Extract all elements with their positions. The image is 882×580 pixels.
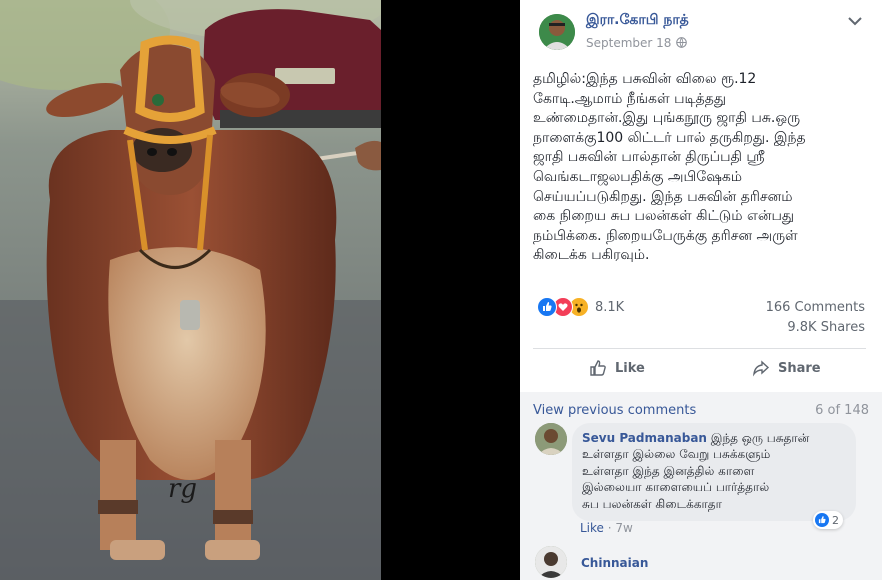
like-button[interactable]: Like [589, 359, 645, 377]
comments-pagination-count: 6 of 148 [815, 403, 869, 418]
post-date[interactable]: September 18 [586, 36, 671, 50]
comment-bubble: Sevu Padmanaban இந்த ஒரு பசுதான் உள்ளதா … [572, 423, 856, 522]
photo-watermark: rg [168, 474, 198, 504]
share-label: Share [778, 360, 821, 376]
commenter-avatar[interactable] [535, 546, 567, 578]
share-icon [752, 360, 770, 377]
like-label: Like [615, 360, 645, 376]
comment-like-link[interactable]: Like [580, 521, 604, 535]
post-body: தமிழில்:இந்த பசுவின் விலை ரூ.12 கோடி.ஆமா… [533, 71, 806, 264]
view-previous-comments-link[interactable]: View previous comments [533, 403, 696, 418]
comment-reactions[interactable]: 2 [813, 511, 843, 529]
commenter-name[interactable]: Chinnaian [581, 556, 648, 570]
commenter-avatar-image [535, 423, 567, 455]
author-name[interactable]: இரா.கோபி நாத் [586, 12, 689, 30]
post-photo[interactable]: rg [0, 0, 381, 580]
like-icon [815, 513, 829, 527]
thumbs-up-icon [590, 360, 606, 376]
like-icon [537, 297, 557, 317]
reaction-count: 8.1K [595, 299, 625, 315]
comment-actions: Like · 7w [580, 521, 633, 535]
shares-count-link[interactable]: 9.8K Shares [787, 320, 865, 335]
globe-icon [676, 37, 687, 48]
post-text: தமிழில்:இந்த பசுவின் விலை ரூ.12 கோடி.ஆமா… [533, 70, 833, 266]
commenter-avatar-image [535, 546, 567, 578]
divider [533, 348, 866, 349]
share-button[interactable]: Share [752, 359, 821, 377]
comment-reaction-count: 2 [832, 513, 839, 527]
author-avatar[interactable] [539, 14, 575, 50]
reactions-summary[interactable]: 8.1K [537, 297, 624, 317]
chevron-down-icon[interactable] [848, 16, 862, 26]
commenter-name[interactable]: Sevu Padmanaban [582, 431, 707, 445]
comment-age[interactable]: 7w [615, 521, 632, 535]
author-avatar-image [539, 14, 575, 50]
commenter-avatar[interactable] [535, 423, 567, 455]
comments-count-link[interactable]: 166 Comments [766, 300, 865, 315]
